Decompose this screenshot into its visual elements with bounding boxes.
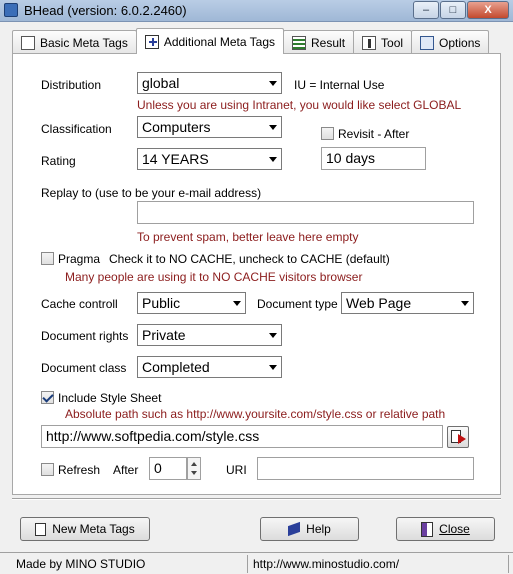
website-url[interactable]: http://www.minostudio.com/ [249, 555, 509, 573]
status-bar: Made by MINO STUDIO http://www.minostudi… [0, 552, 513, 574]
pragma-label: Pragma [58, 252, 101, 266]
tab-tool[interactable]: Tool [353, 30, 413, 54]
document-type-value: Web Page [346, 295, 412, 311]
additional-meta-tags-panel: Distribution global IU = Internal Use Un… [12, 53, 501, 495]
distribution-select[interactable]: global [137, 72, 282, 94]
rating-label: Rating [41, 154, 76, 168]
cache-control-label: Cache controll [41, 297, 118, 311]
spin-down-icon [191, 471, 197, 475]
cache-control-value: Public [142, 295, 181, 311]
title-bar[interactable]: BHead (version: 6.0.2.2460) – □ X [0, 0, 513, 22]
revisit-input[interactable]: 10 days [321, 147, 426, 170]
revisit-label: Revisit - After [338, 127, 410, 141]
spin-up-icon [191, 462, 197, 466]
refresh-label: Refresh [58, 463, 101, 477]
style-sheet-path-input[interactable]: http://www.softpedia.com/style.css [41, 425, 443, 448]
new-document-icon [35, 522, 47, 536]
document-class-select[interactable]: Completed [137, 356, 282, 378]
distribution-label: Distribution [41, 78, 102, 92]
chevron-down-icon [269, 157, 277, 162]
minimize-button[interactable]: – [413, 1, 439, 19]
app-icon [4, 3, 18, 17]
distribution-hint: Unless you are using Intranet, you would… [137, 98, 462, 112]
revisit-checkbox[interactable] [321, 127, 334, 140]
uri-label: URI [226, 463, 247, 477]
tab-label: Result [311, 35, 346, 50]
browse-file-button[interactable] [447, 426, 469, 448]
made-by-text: Made by MINO STUDIO [12, 555, 248, 573]
rating-select[interactable]: 14 YEARS [137, 148, 282, 170]
tab-additional-meta-tags[interactable]: Additional Meta Tags [135, 28, 285, 54]
replay-to-label: Replay to (use to be your e-mail address… [41, 186, 262, 200]
chevron-down-icon [269, 125, 277, 130]
distribution-value: global [142, 75, 180, 91]
replay-to-hint: To prevent spam, better leave here empty [137, 230, 359, 244]
close-label: Close [439, 522, 470, 536]
chevron-down-icon [269, 333, 277, 338]
chevron-down-icon [233, 301, 241, 306]
style-sheet-hint: Absolute path such as http://www.yoursit… [65, 407, 446, 421]
exit-door-icon [421, 521, 434, 537]
pragma-note: Check it to NO CACHE, uncheck to CACHE (… [109, 252, 390, 266]
document-type-label: Document type [257, 297, 338, 311]
distribution-note: IU = Internal Use [294, 78, 385, 92]
tab-label: Tool [381, 35, 404, 50]
document-rights-select[interactable]: Private [137, 324, 282, 346]
close-button[interactable]: Close [396, 517, 495, 541]
help-button[interactable]: Help [260, 517, 359, 541]
refresh-after-spinner[interactable] [187, 457, 201, 480]
tab-label: Basic Meta Tags [40, 35, 128, 50]
classification-value: Computers [142, 119, 211, 135]
replay-to-input[interactable] [137, 201, 474, 224]
refresh-after-label: After [113, 463, 139, 477]
options-icon [420, 35, 435, 50]
document-plus-icon [144, 34, 159, 49]
pragma-hint: Many people are using it to NO CACHE vis… [65, 270, 363, 284]
rating-value: 14 YEARS [142, 151, 209, 167]
new-meta-tags-label: New Meta Tags [52, 522, 135, 536]
tool-icon [362, 35, 377, 50]
uri-input[interactable] [257, 457, 474, 480]
tab-basic-meta-tags[interactable]: Basic Meta Tags [12, 30, 137, 54]
pragma-checkbox[interactable] [41, 252, 54, 265]
refresh-checkbox[interactable] [41, 463, 54, 476]
document-class-label: Document class [41, 361, 127, 375]
document-type-select[interactable]: Web Page [341, 292, 474, 314]
window-title: BHead (version: 6.0.2.2460) [24, 3, 187, 18]
tab-bar: Basic Meta Tags Additional Meta Tags Res… [12, 28, 490, 54]
new-meta-tags-button[interactable]: New Meta Tags [20, 517, 150, 541]
tab-options[interactable]: Options [411, 30, 490, 54]
document-rights-value: Private [142, 327, 186, 343]
chevron-down-icon [269, 81, 277, 86]
document-icon [21, 35, 35, 50]
close-window-button[interactable]: X [467, 1, 509, 19]
tab-label: Options [439, 35, 481, 50]
window-controls: – □ X [412, 1, 509, 19]
chevron-down-icon [269, 365, 277, 370]
help-book-icon [288, 521, 301, 537]
divider [12, 498, 501, 500]
refresh-after-input[interactable]: 0 [149, 457, 187, 480]
tab-result[interactable]: Result [283, 30, 355, 54]
classification-select[interactable]: Computers [137, 116, 282, 138]
chevron-down-icon [461, 301, 469, 306]
tab-label: Additional Meta Tags [163, 34, 276, 49]
help-label: Help [306, 522, 331, 536]
red-arrow-icon [458, 434, 466, 444]
cache-control-select[interactable]: Public [137, 292, 246, 314]
include-style-sheet-label: Include Style Sheet [58, 391, 162, 405]
maximize-button[interactable]: □ [440, 1, 466, 19]
document-class-value: Completed [142, 359, 210, 375]
include-style-sheet-checkbox[interactable] [41, 391, 54, 404]
list-icon [292, 35, 307, 50]
document-rights-label: Document rights [41, 329, 129, 343]
classification-label: Classification [41, 122, 112, 136]
